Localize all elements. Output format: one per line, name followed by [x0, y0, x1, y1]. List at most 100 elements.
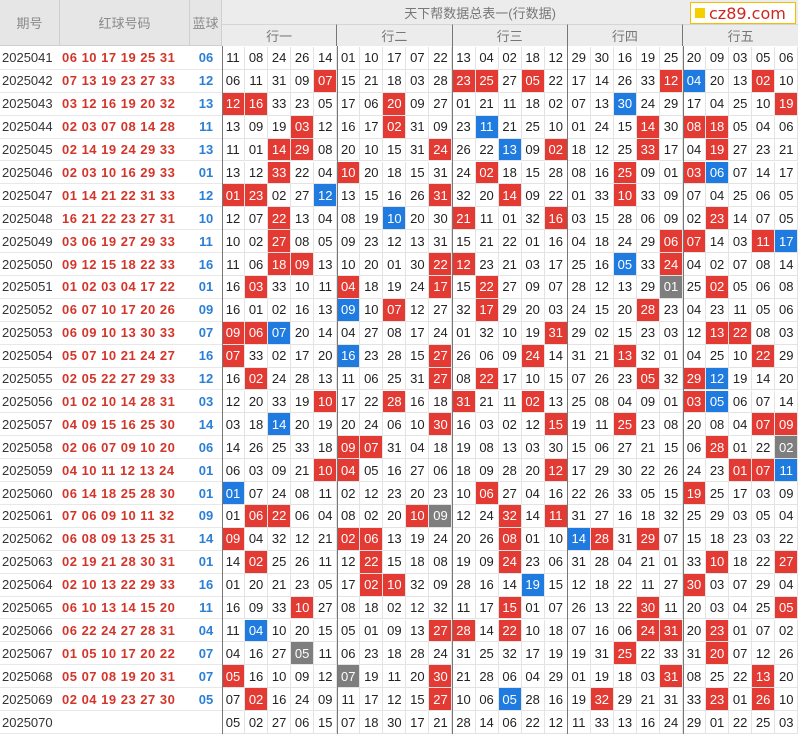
- blue-ball-cell: 01: [190, 551, 222, 574]
- grid-cell: 02: [337, 482, 361, 505]
- grid-cell: 06: [360, 367, 384, 391]
- grid-cell: 01: [567, 115, 591, 139]
- site-logo[interactable]: cz89.com: [690, 2, 796, 24]
- grid-cell: 28: [452, 711, 476, 734]
- grid-cell: 28: [544, 161, 568, 185]
- grid-cell: 32: [475, 321, 499, 345]
- grid-cell: 22: [429, 253, 453, 276]
- grid-cell: 03: [729, 47, 753, 70]
- grid-cell: 19: [683, 482, 707, 505]
- grid-cell: 16: [544, 230, 568, 254]
- grid-cell: 15: [406, 344, 430, 368]
- grid-cell: 25: [706, 344, 730, 368]
- grid-cell: 19: [383, 276, 407, 299]
- grid-cell: 01: [659, 344, 683, 368]
- grid-cell: 16: [222, 276, 246, 299]
- blue-ball-cell: 14: [190, 528, 222, 551]
- grid-cell: 28: [406, 642, 430, 666]
- grid-cell: 17: [567, 459, 591, 483]
- grid-cell: 16: [245, 642, 269, 666]
- grid-cell: 20: [406, 207, 430, 231]
- grid-cell: 21: [360, 69, 384, 93]
- grid-cell: 21: [475, 92, 499, 116]
- grid-cell: 19: [521, 573, 545, 597]
- grid-cell: 13: [314, 367, 338, 391]
- grid-cell: 22: [475, 276, 499, 299]
- grid-cell: 23: [452, 115, 476, 139]
- grid-cell: 27: [429, 344, 453, 368]
- grid-cell: 08: [314, 138, 338, 162]
- grid-cell: 10: [360, 138, 384, 162]
- grid-cell: 06: [222, 69, 246, 93]
- blue-ball-cell: 06: [190, 436, 222, 460]
- grid-cell: 25: [268, 550, 292, 574]
- grid-cell: 04: [245, 527, 269, 551]
- grid-cell: 28: [636, 298, 660, 322]
- red-balls-cell: 02 10 13 22 29 33: [60, 574, 190, 597]
- grid-cell: 09: [245, 115, 269, 139]
- grid-cell: 11: [452, 596, 476, 620]
- grid-cell: 31: [590, 642, 614, 666]
- grid-cell: 06: [360, 92, 384, 116]
- grid-cell: 26: [590, 482, 614, 505]
- grid-cell: 17: [683, 92, 707, 116]
- grid-cell: 23: [383, 482, 407, 505]
- grid-cell: 06: [659, 230, 683, 254]
- grid-cell: 08: [475, 436, 499, 460]
- blue-ball-cell: 16: [190, 345, 222, 368]
- grid-cell: 12: [521, 413, 545, 437]
- grid-cell: 14: [498, 184, 522, 208]
- grid-cell: 24: [360, 413, 384, 437]
- grid-cell: 10: [268, 619, 292, 643]
- grid-cell: 33: [268, 390, 292, 414]
- grid-cell: 15: [683, 527, 707, 551]
- grid-cell: 10: [337, 253, 361, 276]
- grid-cell: 15: [613, 321, 637, 345]
- grid-cell: 04: [222, 642, 246, 666]
- grid-cell: 27: [729, 138, 753, 162]
- red-balls-cell: 07 13 19 23 27 33: [60, 70, 190, 93]
- grid-cell: 20: [683, 413, 707, 437]
- grid-cell: 12: [683, 321, 707, 345]
- red-balls-cell: 05 07 08 19 20 31: [60, 665, 190, 689]
- period-cell: 2025053: [0, 321, 60, 345]
- grid-cell: 10: [452, 482, 476, 505]
- grid-cell: 26: [291, 47, 315, 70]
- grid-cell: 09: [659, 207, 683, 231]
- grid-cell: 23: [706, 298, 730, 322]
- grid-cell: 23: [360, 642, 384, 666]
- grid-cell: 19: [544, 642, 568, 666]
- grid-cell: 33: [683, 550, 707, 574]
- grid-cell: 07: [314, 69, 338, 93]
- blue-ball-cell: 13: [190, 139, 222, 162]
- grid-cell: 30: [406, 253, 430, 276]
- grid-cell: 16: [544, 482, 568, 505]
- grid-cell: 26: [452, 344, 476, 368]
- group-separator: [567, 46, 569, 734]
- grid-cell: 22: [613, 573, 637, 597]
- grid-cell: 18: [314, 436, 338, 460]
- grid-cell: 10: [314, 390, 338, 414]
- grid-cell: 32: [268, 527, 292, 551]
- period-cell: 2025051: [0, 276, 60, 299]
- period-cell: 2025042: [0, 69, 60, 93]
- grid-cell: 06: [752, 276, 776, 299]
- grid-cell: 01: [452, 92, 476, 116]
- grid-cell: 21: [291, 459, 315, 483]
- grid-cell: 22: [544, 69, 568, 93]
- grid-cell: 05: [291, 642, 315, 666]
- grid-cell: 18: [360, 596, 384, 620]
- grid-cell: 07: [383, 298, 407, 322]
- grid-cell: 17: [729, 482, 753, 505]
- grid-cell: 16: [222, 367, 246, 391]
- grid-cell: 11: [314, 276, 338, 299]
- grid-cell: 23: [706, 688, 730, 712]
- grid-cell: 32: [636, 344, 660, 368]
- grid-cell: 01: [521, 596, 545, 620]
- grid-cell: 18: [544, 619, 568, 643]
- grid-cell: 19: [360, 665, 384, 689]
- grid-cell: 12: [590, 276, 614, 299]
- period-cell: 2025062: [0, 527, 60, 551]
- grid-cell: 19: [406, 527, 430, 551]
- grid-cell: 06: [636, 207, 660, 231]
